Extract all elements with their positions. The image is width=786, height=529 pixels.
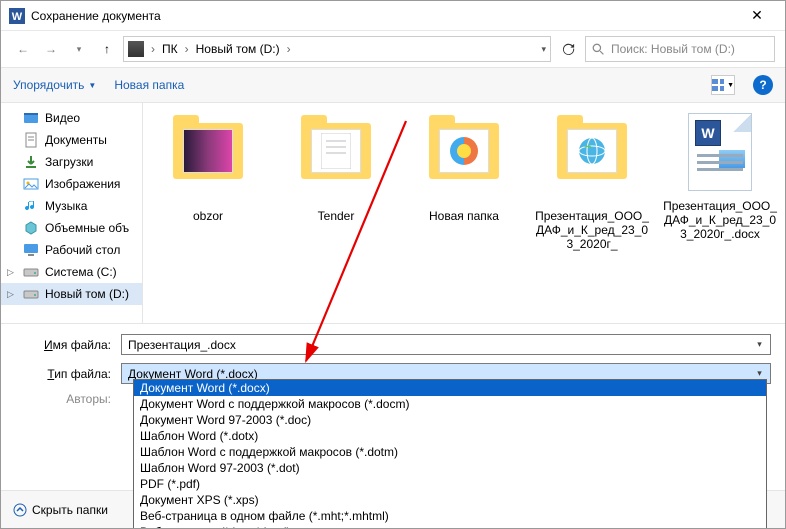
filetype-option[interactable]: Документ Word 97-2003 (*.doc) [134, 412, 766, 428]
cube-icon [23, 220, 39, 236]
view-mode-button[interactable]: ▼ [711, 75, 735, 95]
crumb-drive[interactable]: Новый том (D:) [196, 42, 280, 56]
video-icon [23, 110, 39, 126]
tree-item-label: Видео [45, 111, 80, 125]
filetype-option[interactable]: Документ Word (*.docx) [134, 380, 766, 396]
nav-up-button[interactable]: ↑ [95, 37, 119, 61]
tree-item-7[interactable]: ▷ Система (C:) [1, 261, 142, 283]
crumb-pc[interactable]: ПК [162, 42, 178, 56]
toolbar: Упорядочить ▼ Новая папка ▼ ? [1, 67, 785, 103]
chevron-down-icon: ▼ [727, 82, 734, 89]
titlebar: W Сохранение документа ✕ [1, 1, 785, 31]
file-item[interactable]: Презентация_ООО_ДАФ_и_К_ред_23_03_2020г_ [533, 113, 651, 251]
file-label: Новая папка [405, 209, 523, 223]
search-icon [592, 43, 605, 56]
desktop-icon [23, 242, 39, 258]
organize-menu[interactable]: Упорядочить ▼ [13, 78, 96, 92]
file-label: Презентация_ООО_ДАФ_и_К_ред_23_03_2020г_ [533, 209, 651, 251]
filetype-option[interactable]: Шаблон Word 97-2003 (*.dot) [134, 460, 766, 476]
svg-text:W: W [12, 11, 23, 23]
filename-input[interactable]: Презентация_.docx ▾ [121, 334, 771, 355]
nav-row: ← → ▾ ↑ › ПК › Новый том (D:) › ▾ Поиск:… [1, 31, 785, 67]
save-dialog: W Сохранение документа ✕ ← → ▾ ↑ › ПК › … [0, 0, 786, 529]
file-label: Tender [277, 209, 395, 223]
folder-icon [429, 123, 499, 179]
file-item[interactable]: W Презентация_ООО_ДАФ_и_К_ред_23_03_2020г… [661, 113, 779, 241]
refresh-button[interactable] [555, 36, 581, 62]
filetype-option[interactable]: Документ XPS (*.xps) [134, 492, 766, 508]
file-item[interactable]: Новая папка [405, 113, 523, 223]
address-dropdown-icon[interactable]: ▾ [541, 44, 546, 55]
chevron-right-icon: › [284, 42, 294, 56]
new-folder-button[interactable]: Новая папка [114, 78, 184, 92]
chevron-down-icon: ▼ [88, 81, 96, 90]
filetype-label: Тип файла: [15, 367, 121, 381]
tree-item-label: Загрузки [45, 155, 93, 169]
search-input[interactable]: Поиск: Новый том (D:) [585, 36, 775, 62]
drive-icon [23, 264, 39, 280]
tree-item-0[interactable]: Видео [1, 107, 142, 129]
filetype-option[interactable]: Веб-страница (*.htm;*.html) [134, 524, 766, 529]
tree-item-2[interactable]: Загрузки [1, 151, 142, 173]
file-label: Презентация_ООО_ДАФ_и_К_ред_23_03_2020г_… [661, 199, 779, 241]
tree-item-label: Музыка [45, 199, 87, 213]
chevron-right-icon: › [182, 42, 192, 56]
file-item[interactable]: Tender [277, 113, 395, 223]
tree-item-label: Объемные объ [45, 221, 129, 235]
nav-forward-button: → [39, 37, 63, 61]
chevron-up-circle-icon [13, 503, 27, 517]
image-icon [23, 176, 39, 192]
tree-item-label: Изображения [45, 177, 120, 191]
expand-icon[interactable]: ▷ [7, 289, 14, 300]
pc-icon [128, 41, 144, 57]
chevron-down-icon[interactable]: ▾ [751, 336, 768, 353]
tree-item-label: Рабочий стол [45, 243, 120, 257]
tree-item-4[interactable]: Музыка [1, 195, 142, 217]
nav-back-button[interactable]: ← [11, 37, 35, 61]
close-button[interactable]: ✕ [737, 7, 777, 24]
filename-label: Имя файла: [15, 338, 121, 352]
nav-recent-dropdown[interactable]: ▾ [67, 37, 91, 61]
chevron-right-icon: › [148, 42, 158, 56]
tree-item-5[interactable]: Объемные объ [1, 217, 142, 239]
music-icon [23, 198, 39, 214]
tree-item-3[interactable]: Изображения [1, 173, 142, 195]
filetype-option[interactable]: Документ Word с поддержкой макросов (*.d… [134, 396, 766, 412]
help-button[interactable]: ? [753, 75, 773, 95]
file-label: obzor [149, 209, 267, 223]
folder-tree[interactable]: Видео Документы Загрузки Изображения Музыка О… [1, 103, 143, 323]
down-icon [23, 154, 39, 170]
word-app-icon: W [9, 8, 25, 24]
filetype-option[interactable]: Шаблон Word с поддержкой макросов (*.dot… [134, 444, 766, 460]
file-item[interactable]: obzor [149, 113, 267, 223]
tree-item-label: Документы [45, 133, 107, 147]
file-pane[interactable]: obzor Tender Новая папка Презентация_ООО_ДА… [143, 103, 785, 323]
tree-item-8[interactable]: ▷ Новый том (D:) [1, 283, 142, 305]
authors-label: Авторы: [15, 392, 121, 406]
word-doc-icon: W [688, 113, 752, 191]
window-title: Сохранение документа [31, 9, 737, 23]
filetype-option[interactable]: Шаблон Word (*.dotx) [134, 428, 766, 444]
filetype-option[interactable]: PDF (*.pdf) [134, 476, 766, 492]
expand-icon[interactable]: ▷ [7, 267, 14, 278]
main-body: Видео Документы Загрузки Изображения Музыка О… [1, 103, 785, 323]
folder-icon [557, 123, 627, 179]
folder-icon [173, 123, 243, 179]
address-bar[interactable]: › ПК › Новый том (D:) › ▾ [123, 36, 551, 62]
drive-icon [23, 286, 39, 302]
hide-folders-button[interactable]: Скрыть папки [13, 503, 108, 517]
filetype-dropdown[interactable]: Документ Word (*.docx)Документ Word с по… [133, 379, 767, 529]
tree-item-6[interactable]: Рабочий стол [1, 239, 142, 261]
tree-item-label: Новый том (D:) [45, 287, 129, 301]
filetype-option[interactable]: Веб-страница в одном файле (*.mht;*.mhtm… [134, 508, 766, 524]
tree-item-1[interactable]: Документы [1, 129, 142, 151]
search-placeholder: Поиск: Новый том (D:) [611, 42, 735, 56]
tree-item-label: Система (C:) [45, 265, 117, 279]
folder-icon [301, 123, 371, 179]
doc-icon [23, 132, 39, 148]
